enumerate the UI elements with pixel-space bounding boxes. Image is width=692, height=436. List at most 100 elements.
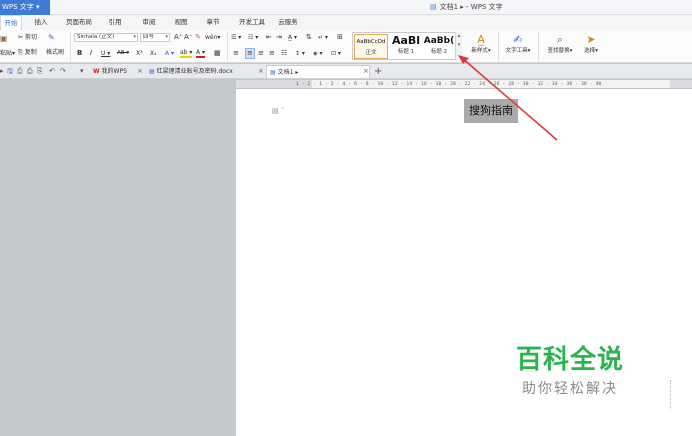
style-heading-1[interactable]: AaBl 标题 1 (390, 34, 422, 59)
align-center-button[interactable]: ≡ (245, 48, 255, 59)
tab-view[interactable]: 视图 (168, 15, 194, 30)
text-tools-icon: ✍ (513, 33, 523, 46)
wps-logo-icon: W (93, 68, 100, 75)
font-family-select[interactable]: Sinhala (正文) (74, 33, 138, 42)
format-painter-button[interactable]: 格式刷 (46, 48, 64, 57)
style-preview: AaBbCcDd (356, 39, 386, 45)
paste-button[interactable]: ▣ (0, 34, 8, 44)
save-icon[interactable]: 🖫 (7, 67, 13, 76)
undo-icon[interactable]: ↶ (49, 67, 55, 76)
align-left-button[interactable]: ≡ (233, 49, 239, 58)
indent-button[interactable]: ⇥ (276, 33, 282, 42)
line-spacing-button[interactable]: ↕ ▾ (295, 49, 305, 58)
grow-font-button[interactable]: A⁺ (174, 33, 182, 42)
char-border-button[interactable]: ▦ (214, 49, 221, 58)
title-bar: WPS 文字 ▾ ▤ 文档1 ▸ - WPS 文字 (0, 0, 692, 15)
new-tab-button[interactable]: + (374, 65, 382, 78)
style-preview: AaBb( (423, 36, 455, 46)
tab-document-1[interactable]: ▤ 文档1 ▸ (266, 65, 370, 78)
ribbon-divider (538, 32, 539, 61)
find-replace-button[interactable]: ⌕ 查找替换▾ (542, 33, 578, 56)
borders-button[interactable]: ⊡ ▾ (331, 49, 341, 58)
tab-home[interactable]: 开始 (0, 15, 22, 30)
tab-page-layout[interactable]: 页面布局 (62, 15, 96, 30)
document-icon: ▤ (430, 3, 437, 11)
text-tools-label: 文字工具▾ (505, 48, 531, 54)
tab-review[interactable]: 审阅 (136, 15, 162, 30)
tab-my-wps[interactable]: W 我的WPS (90, 65, 134, 78)
justify-button[interactable]: ≡ (269, 49, 275, 58)
paste-label[interactable]: 粘贴▾ (0, 49, 15, 58)
document-page[interactable] (236, 89, 692, 436)
superscript-button[interactable]: X² (136, 49, 143, 58)
phonetic-button[interactable]: wén▾ (205, 33, 220, 42)
font-size-select[interactable]: 四号 (140, 33, 170, 42)
distribute-button[interactable]: ☷ (281, 49, 287, 58)
align-right-button[interactable]: ≡ (258, 49, 264, 58)
text-direction-button[interactable]: A̲ ▾ (288, 33, 297, 42)
copy-button[interactable]: ⎘ 复制 (18, 48, 37, 57)
close-icon[interactable]: × (137, 65, 143, 78)
bold-button[interactable]: B (77, 49, 82, 58)
ruler-labels: 1 · 2 · 1 · 2 · 4 · 6 · 8 · 10 · 12 · 14… (296, 82, 602, 87)
selected-text[interactable]: 搜狗指南 (464, 99, 518, 123)
copy-icon: ⎘ (18, 49, 23, 56)
quick-access-item[interactable]: ▸ (0, 67, 4, 76)
format-painter-icon[interactable]: ✎ (48, 33, 55, 43)
ribbon-divider (70, 32, 71, 61)
cut-button[interactable]: ✂ 剪切 (18, 33, 37, 42)
tab-document-docx[interactable]: ▤ 红梁理清业账号及密码.docx (146, 65, 256, 78)
new-style-button[interactable]: A̲ 新样式▾ (466, 33, 496, 56)
text-effect-button[interactable]: A ▾ (165, 49, 174, 58)
close-icon[interactable]: × (258, 65, 264, 78)
style-gallery-more-button[interactable]: ▴ ▾ (455, 32, 462, 60)
style-name: 标题 2 (430, 49, 448, 55)
font-color-button[interactable]: A ▾ (196, 49, 206, 58)
tab-sections[interactable]: 章节 (200, 15, 226, 30)
close-icon[interactable]: × (363, 65, 369, 78)
strikethrough-button[interactable]: AB ▾ (117, 49, 129, 58)
horizontal-ruler[interactable]: 1 · 2 · 1 · 2 · 4 · 6 · 8 · 10 · 12 · 14… (236, 80, 692, 89)
sort-button[interactable]: ⇅ (306, 33, 312, 42)
window-title-text: 文档1 ▸ - WPS 文字 (439, 3, 503, 11)
ribbon-divider (227, 32, 228, 61)
subscript-button[interactable]: X₂ (150, 49, 157, 58)
copy-label: 复制 (24, 49, 37, 56)
text-tools-button[interactable]: ✍ 文字工具▾ (500, 33, 536, 56)
export-icon[interactable]: ⎘ (37, 67, 43, 76)
table-button[interactable]: ⊞ (337, 33, 343, 42)
paragraph-mark-icon: ▤ ˇ (272, 107, 285, 115)
quick-access-dropdown[interactable]: ▾ (80, 67, 84, 76)
find-replace-label: 查找替换▾ (547, 48, 573, 54)
select-button[interactable]: ➤ 选择▾ (580, 33, 602, 56)
tab-insert[interactable]: 插入 (28, 15, 54, 30)
shrink-font-button[interactable]: A⁻ (184, 33, 192, 42)
bullets-button[interactable]: ☰ ▾ (231, 33, 241, 42)
style-name: 正文 (365, 50, 377, 56)
tab-cloud[interactable]: 云服务 (274, 15, 302, 30)
italic-button[interactable]: I (90, 49, 92, 58)
numbering-button[interactable]: ☷ ▾ (248, 33, 258, 42)
tab-developer[interactable]: 开发工具 (234, 15, 270, 30)
clipboard-icon: ▣ (0, 34, 8, 43)
tab-references[interactable]: 引用 (102, 15, 128, 30)
app-menu-button[interactable]: WPS 文字 ▾ (0, 0, 50, 15)
document-icon: ▤ (270, 69, 276, 76)
outdent-button[interactable]: ⇤ (266, 33, 272, 42)
underline-button[interactable]: U ▾ (101, 49, 110, 58)
document-icon: ▤ (149, 68, 155, 75)
clear-format-button[interactable]: ✎ (195, 33, 201, 42)
highlight-button[interactable]: ab ▾ (180, 49, 193, 58)
new-style-icon: A̲ (477, 33, 485, 46)
print-preview-icon[interactable]: ⎙ (27, 67, 33, 76)
page-edge-marker (670, 380, 671, 410)
show-marks-button[interactable]: ↵ ▾ (318, 33, 328, 42)
redo-icon[interactable]: ↷ (60, 67, 66, 76)
shading-button[interactable]: ◈ ▾ (313, 49, 323, 58)
style-normal[interactable]: AaBbCcDd 正文 (354, 34, 388, 59)
tab-label: 红梁理清业账号及密码.docx (156, 68, 233, 75)
print-icon[interactable]: ⎙ (17, 67, 23, 76)
ribbon: ▣ 粘贴▾ ✂ 剪切 ✎ ⎘ 复制 格式刷 Sinhala (正文) 四号 A⁺… (0, 30, 692, 63)
style-heading-2[interactable]: AaBb( 标题 2 (423, 34, 455, 59)
style-preview: AaBl (391, 34, 421, 47)
